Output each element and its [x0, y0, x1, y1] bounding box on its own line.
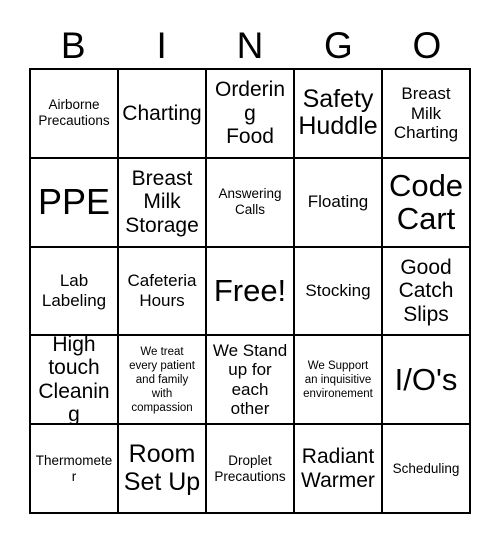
bingo-cell[interactable]: Thermometer	[31, 425, 119, 514]
bingo-cell-label: PPE	[37, 181, 111, 223]
bingo-grid: Airborne Precautions Charting Ordering Foo…	[29, 68, 471, 514]
bingo-cell-label: Lab Labeling	[41, 271, 107, 310]
bingo-cell-label: Room Set Up	[123, 440, 201, 496]
bingo-header-letter-b: B	[60, 24, 86, 66]
bingo-cell[interactable]: We Stand up for each other	[207, 336, 295, 426]
bingo-cell[interactable]: Droplet Precautions	[207, 425, 295, 514]
bingo-cell-label: Droplet Precautions	[214, 452, 286, 484]
bingo-cell[interactable]: Radiant Warmer	[295, 425, 383, 514]
bingo-cell[interactable]: We treat every patient and family with c…	[119, 336, 207, 426]
bingo-cell-label: Thermometer	[35, 452, 113, 484]
bingo-cell-label: I/O's	[394, 362, 458, 398]
bingo-cell[interactable]: Cafeteria Hours	[119, 247, 207, 337]
bingo-cell[interactable]: We Support an inquisitive environement	[295, 336, 383, 426]
bingo-cell-label: We Support an inquisitive environement	[303, 359, 373, 400]
bingo-cell-label: Scheduling	[392, 460, 460, 476]
bingo-cell-label: Floating	[307, 192, 369, 212]
bingo-cell[interactable]: Breast Milk Storage	[119, 158, 207, 248]
bingo-cell-label: Breast Milk Storage	[125, 166, 199, 237]
bingo-cell[interactable]: Safety Huddle	[295, 70, 383, 159]
bingo-cell[interactable]: High touch Cleaning	[31, 336, 119, 426]
bingo-cell-label: Code Cart	[388, 167, 464, 237]
bingo-cell[interactable]: Good Catch Slips	[383, 247, 471, 337]
bingo-header-letter-n: N	[236, 24, 264, 66]
bingo-cell-label: We Stand up for each other	[212, 340, 288, 419]
bingo-card: B I N G O Airborne Precautions Charting Orderi…	[0, 0, 500, 544]
bingo-cell[interactable]: Breast Milk Charting	[383, 70, 471, 159]
bingo-cell[interactable]: Stocking	[295, 247, 383, 337]
bingo-cell-label: Cafeteria Hours	[127, 271, 197, 310]
bingo-cell[interactable]: Lab Labeling	[31, 247, 119, 337]
bingo-cell[interactable]: Airborne Precautions	[31, 70, 119, 159]
bingo-header-letter-g: G	[324, 24, 353, 66]
bingo-cell[interactable]: PPE	[31, 158, 119, 248]
bingo-header-letter-o: O	[412, 24, 442, 66]
bingo-cell-label: Ordering Food	[214, 78, 286, 149]
bingo-cell[interactable]: Free!	[207, 247, 295, 337]
bingo-cell-label: Safety Huddle	[298, 84, 378, 141]
bingo-cell-label: We treat every patient and family with c…	[129, 345, 195, 414]
bingo-cell-label: Free!	[213, 273, 287, 309]
bingo-cell-label: Airborne Precautions	[38, 97, 110, 129]
bingo-cell[interactable]: Floating	[295, 158, 383, 248]
bingo-cell-label: Breast Milk Charting	[393, 84, 459, 143]
bingo-cell[interactable]: Charting	[119, 70, 207, 159]
bingo-header-letter-i: I	[156, 24, 167, 66]
bingo-cell[interactable]: Room Set Up	[119, 425, 207, 514]
bingo-header: BINGO	[29, 22, 471, 68]
bingo-cell-label: Stocking	[305, 281, 371, 301]
bingo-cell-label: Good Catch Slips	[398, 255, 454, 326]
bingo-cell[interactable]: Code Cart	[383, 158, 471, 248]
bingo-cell-label: Radiant Warmer	[301, 445, 375, 492]
bingo-cell-label: Charting	[122, 101, 202, 125]
bingo-cell[interactable]: I/O's	[383, 336, 471, 426]
bingo-cell-label: Answering Calls	[218, 186, 282, 218]
bingo-cell-label: High touch Cleaning	[38, 336, 110, 426]
bingo-cell[interactable]: Answering Calls	[207, 158, 295, 248]
bingo-cell[interactable]: Ordering Food	[207, 70, 295, 159]
bingo-cell[interactable]: Scheduling	[383, 425, 471, 514]
